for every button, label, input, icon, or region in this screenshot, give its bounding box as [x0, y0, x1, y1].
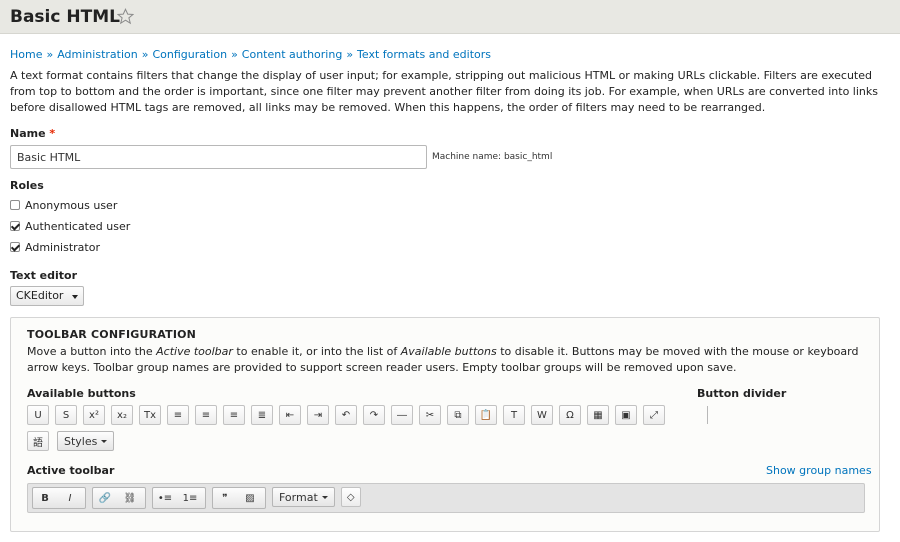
caret-down-icon	[321, 495, 328, 499]
toolbar-configuration: TOOLBAR CONFIGURATION Move a button into…	[10, 317, 880, 532]
horizontal-rule-icon[interactable]: ―	[391, 405, 413, 425]
align-justify-icon[interactable]: ≣	[251, 405, 273, 425]
text-editor-label: Text editor	[10, 269, 78, 282]
bulleted-list-icon[interactable]: •≡	[154, 489, 176, 507]
remove-format-icon[interactable]: Tx	[139, 405, 161, 425]
indent-icon[interactable]: ⇥	[307, 405, 329, 425]
text-editor-select[interactable]: CKEditor	[10, 286, 84, 306]
show-blocks-icon[interactable]: ▣	[615, 405, 637, 425]
role-authenticated-checkbox[interactable]	[10, 221, 20, 231]
numbered-list-icon[interactable]: 1≡	[179, 489, 201, 507]
unlink-icon[interactable]: ⛓	[119, 489, 141, 507]
underline-icon[interactable]: U	[27, 405, 49, 425]
required-mark: *	[49, 127, 56, 140]
breadcrumb-separator: »	[346, 48, 354, 61]
toolbar-group: 🔗 ⛓	[92, 487, 146, 509]
role-anonymous-checkbox[interactable]	[10, 200, 20, 210]
blockquote-icon[interactable]: ❞	[214, 489, 236, 507]
breadcrumb-administration[interactable]: Administration	[57, 48, 138, 61]
available-buttons-row: U Sx² x₂ Tx ≡ ≡ ≡ ≣ ⇤ ⇥ ↶ ↷ ― ✂ ⧉ 📋 T W Ω ▦ ▣ ⤢	[27, 405, 671, 425]
name-input[interactable]	[10, 145, 427, 169]
toolbar-group: BI	[32, 487, 86, 509]
align-center-icon[interactable]: ≡	[195, 405, 217, 425]
role-anonymous-label: Anonymous user	[25, 198, 118, 212]
format-dropdown-label: Format	[279, 490, 318, 504]
table-icon[interactable]: ▦	[587, 405, 609, 425]
breadcrumb-separator: »	[231, 48, 238, 61]
name-label: Name *	[10, 127, 56, 140]
align-right-icon[interactable]: ≡	[223, 405, 245, 425]
role-administrator[interactable]: Administrator	[10, 240, 100, 254]
paste-word-icon[interactable]: W	[531, 405, 553, 425]
special-char-icon[interactable]: Ω	[559, 405, 581, 425]
caret-down-icon	[72, 295, 78, 299]
styles-dropdown-label: Styles	[64, 434, 98, 448]
breadcrumb-separator: »	[46, 48, 54, 61]
role-administrator-label: Administrator	[25, 240, 100, 254]
align-left-icon[interactable]: ≡	[167, 405, 189, 425]
available-buttons-label: Available buttons	[27, 387, 136, 400]
page-description: A text format contains filters that chan…	[10, 69, 878, 114]
outdent-icon[interactable]: ⇤	[279, 405, 301, 425]
breadcrumb-content-authoring[interactable]: Content authoring	[242, 48, 343, 61]
active-toolbar: B I 🔗 ⛓ •≡ 1≡ ❞ ▨ Format ◇	[27, 483, 865, 513]
italic-icon[interactable]: I	[59, 489, 81, 507]
superscript-icon[interactable]: x²	[83, 405, 105, 425]
styles-dropdown[interactable]: Styles	[57, 431, 115, 451]
available-buttons-row-2: 語 Styles	[27, 431, 115, 451]
role-administrator-checkbox[interactable]	[10, 242, 20, 252]
caret-down-icon	[101, 439, 108, 443]
text-editor-value: CKEditor	[16, 289, 64, 302]
paste-text-icon[interactable]: T	[503, 405, 525, 425]
active-toolbar-buttons: B I 🔗 ⛓ •≡ 1≡ ❞ ▨ Format ◇	[32, 487, 364, 509]
machine-name: Machine name: basic_html	[432, 152, 553, 162]
subscript-icon[interactable]: x₂	[111, 405, 133, 425]
role-anonymous[interactable]: Anonymous user	[10, 198, 117, 212]
button-divider-label: Button divider	[697, 387, 787, 400]
breadcrumb-text-formats[interactable]: Text formats and editors	[357, 48, 491, 61]
breadcrumb-configuration[interactable]: Configuration	[152, 48, 227, 61]
maximize-icon[interactable]: ⤢	[643, 405, 665, 425]
paste-icon[interactable]: 📋	[475, 405, 497, 425]
breadcrumb: Home» Administration» Configuration» Conten…	[10, 48, 491, 62]
language-icon[interactable]: 語	[27, 431, 49, 451]
show-group-names-link[interactable]: Show group names	[766, 464, 872, 477]
undo-icon[interactable]: ↶	[335, 405, 357, 425]
role-authenticated[interactable]: Authenticated user	[10, 219, 130, 233]
format-dropdown[interactable]: Format	[272, 487, 335, 507]
bold-icon[interactable]: B	[34, 489, 56, 507]
link-icon[interactable]: 🔗	[94, 489, 116, 507]
star-outline-icon[interactable]	[117, 8, 134, 25]
toolbar-config-title: TOOLBAR CONFIGURATION	[27, 328, 197, 341]
strikethrough-icon[interactable]: S	[55, 405, 77, 425]
button-divider[interactable]	[707, 406, 708, 424]
breadcrumb-home[interactable]: Home	[10, 48, 42, 61]
source-icon[interactable]: ◇	[340, 487, 361, 507]
toolbar-group: •≡ 1≡	[152, 487, 206, 509]
copy-icon[interactable]: ⧉	[447, 405, 469, 425]
roles-label: Roles	[10, 179, 44, 192]
page-header: Basic HTML	[0, 0, 900, 34]
redo-icon[interactable]: ↷	[363, 405, 385, 425]
toolbar-config-description: Move a button into the Active toolbar to…	[27, 345, 859, 374]
role-authenticated-label: Authenticated user	[25, 219, 131, 233]
active-toolbar-label: Active toolbar	[27, 464, 115, 477]
page-title: Basic HTML	[10, 7, 120, 27]
cut-icon[interactable]: ✂	[419, 405, 441, 425]
image-icon[interactable]: ▨	[239, 489, 261, 507]
breadcrumb-separator: »	[141, 48, 149, 61]
toolbar-group: ❞ ▨	[212, 487, 266, 509]
